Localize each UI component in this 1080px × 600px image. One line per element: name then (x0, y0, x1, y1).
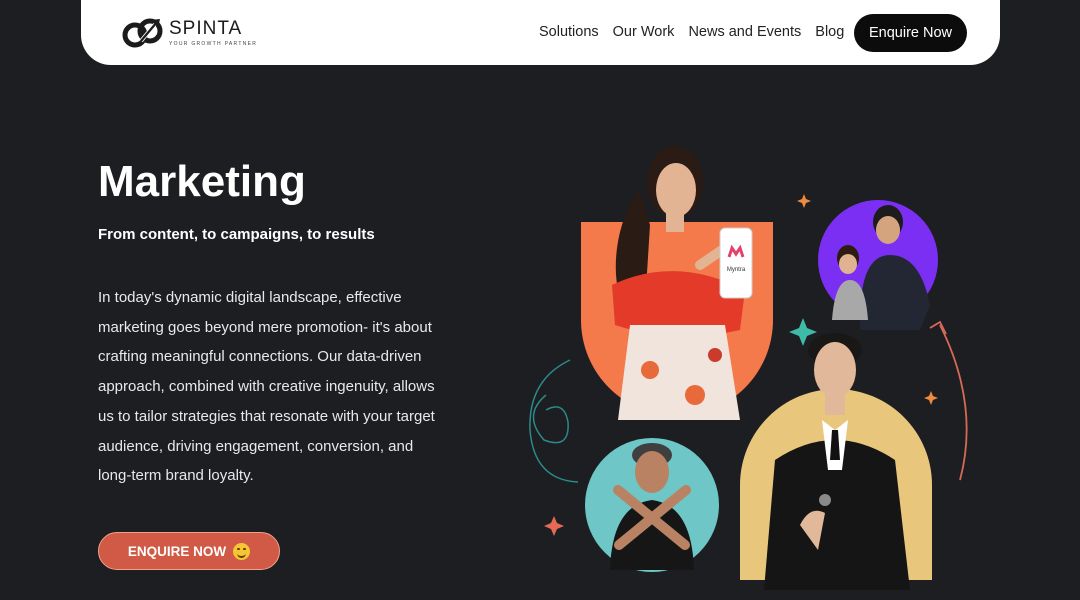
actor-in-suit-figure (764, 333, 910, 590)
enquire-now-button[interactable]: Enquire Now (854, 14, 967, 52)
hero-title: Marketing (98, 157, 306, 206)
phone-brand-text: Myntra (727, 267, 746, 273)
spinta-logo-icon (122, 18, 163, 48)
sparkle-icon (924, 391, 938, 405)
nav-link-news-and-events[interactable]: News and Events (688, 24, 801, 40)
red-curved-arrow-icon (939, 324, 968, 481)
logo-text: SPINTA YOUR GROWTH PARTNER (169, 18, 258, 48)
brand-tagline: YOUR GROWTH PARTNER (169, 41, 258, 47)
teal-swirl-decoration (529, 359, 579, 483)
hero-cta-label: ENQUIRE NOW (127, 543, 227, 559)
hero-enquire-now-button[interactable]: ENQUIRE NOW (98, 532, 280, 570)
sparkle-icon (544, 516, 564, 536)
celebrity-collage: Myntra (529, 146, 968, 590)
phone-icon: Myntra (719, 227, 753, 299)
brand-name: SPINTA (169, 18, 243, 39)
logo[interactable]: SPINTA YOUR GROWTH PARTNER (121, 14, 257, 52)
nav-links: Solutions Our Work News and Events Blog (539, 24, 844, 40)
hero-subtitle: From content, to campaigns, to results (98, 226, 375, 243)
nav-link-our-work[interactable]: Our Work (613, 24, 675, 40)
sparkle-icon (797, 194, 811, 208)
smiley-emoji-icon (233, 542, 251, 560)
nav-link-blog[interactable]: Blog (815, 24, 844, 40)
hero-description: In today's dynamic digital landscape, ef… (98, 289, 435, 485)
navbar: SPINTA YOUR GROWTH PARTNER Solutions Our… (81, 0, 1000, 65)
nav-link-solutions[interactable]: Solutions (539, 24, 599, 40)
